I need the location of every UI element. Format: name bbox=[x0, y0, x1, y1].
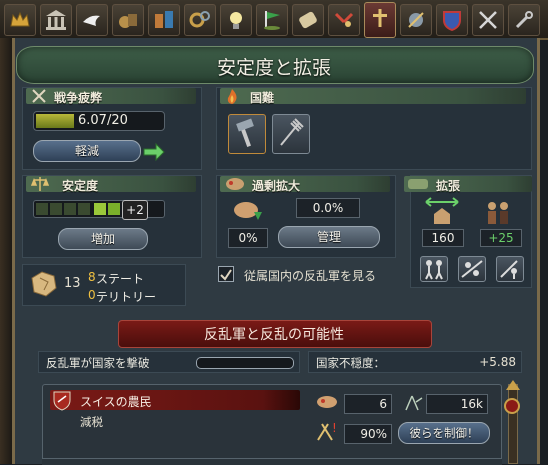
disasters-label: 国難 bbox=[250, 91, 275, 105]
manage-overextension-button[interactable]: 管理 bbox=[278, 226, 380, 248]
sword-person-icon bbox=[500, 260, 518, 279]
arrow-right-icon[interactable] bbox=[142, 142, 166, 162]
top-tab-bar bbox=[0, 0, 548, 40]
dove-icon bbox=[83, 15, 100, 26]
ideas-tab[interactable] bbox=[220, 4, 252, 36]
expansion-icon bbox=[408, 179, 428, 189]
rebel-demand: 減税 bbox=[80, 415, 103, 429]
military-icon bbox=[408, 12, 424, 28]
disaster-slot-2[interactable] bbox=[272, 114, 310, 154]
expansion-right-value: +25 bbox=[480, 229, 522, 247]
missions-tab[interactable] bbox=[256, 4, 288, 36]
rebel-size-value: 16k bbox=[426, 394, 488, 414]
stability-icon bbox=[334, 12, 354, 27]
hammer-icon bbox=[236, 118, 254, 147]
show-subject-rebels-label: 従属国内の反乱軍を見る bbox=[244, 269, 377, 283]
stability-value: +2 bbox=[122, 200, 148, 220]
war-exhaustion-value: 6.07/20 bbox=[78, 113, 128, 128]
rebels-beat-label: 反乱軍が国家を撃破 bbox=[46, 356, 150, 370]
reduce-war-exhaustion-button[interactable]: 軽減 bbox=[33, 140, 141, 162]
war-exhaustion-fill bbox=[36, 114, 75, 128]
diplomacy-tab[interactable] bbox=[76, 4, 108, 36]
rebel-chance-value: 90% bbox=[344, 424, 392, 444]
more-tab[interactable] bbox=[508, 4, 540, 36]
rebel-progress-value: 6 bbox=[344, 394, 392, 414]
checkmark-icon bbox=[220, 269, 232, 281]
rebels-section-title: 反乱軍と反乱の可能性 bbox=[204, 327, 344, 343]
trade-icon bbox=[119, 14, 137, 28]
subjects-tab[interactable] bbox=[472, 4, 504, 36]
stability-tab[interactable] bbox=[328, 4, 360, 36]
war-exhaustion-label: 戦争疲弊 bbox=[54, 91, 103, 105]
swords-icon bbox=[479, 11, 497, 29]
crown-icon bbox=[10, 11, 30, 27]
left-frame bbox=[0, 38, 12, 464]
territories-count: 0 bbox=[88, 288, 96, 302]
stability-header bbox=[26, 176, 196, 192]
rebel-name: スイスの農民 bbox=[80, 395, 152, 409]
tools-icon bbox=[515, 11, 533, 29]
rebel-progress-icon bbox=[317, 396, 337, 408]
overextension-percent: 0.0% bbox=[296, 198, 360, 218]
expansion-label: 拡張 bbox=[436, 179, 461, 193]
lightbulb-icon bbox=[230, 12, 242, 29]
decisions-tab[interactable] bbox=[292, 4, 324, 36]
unrest-value: +5.88 bbox=[479, 355, 516, 369]
pitchfork-icon bbox=[280, 118, 304, 146]
show-subject-rebels-checkbox[interactable] bbox=[218, 266, 234, 282]
svg-text:!: ! bbox=[332, 421, 337, 435]
overextension-label: 過剰拡大 bbox=[252, 179, 301, 193]
war-exhaustion-header bbox=[26, 88, 196, 104]
stability-label: 安定度 bbox=[62, 179, 99, 193]
migration-icon bbox=[461, 260, 483, 278]
scroll-up-icon[interactable] bbox=[504, 378, 522, 392]
crossed-swords-icon bbox=[32, 89, 46, 103]
court-tab[interactable] bbox=[4, 4, 36, 36]
rebel-shield-icon bbox=[53, 391, 71, 411]
increase-stability-button[interactable]: 増加 bbox=[58, 228, 148, 250]
expansion-action-3[interactable] bbox=[496, 256, 524, 282]
states-count: 8 bbox=[88, 270, 96, 284]
production-tab[interactable] bbox=[184, 4, 216, 36]
gears-icon bbox=[189, 11, 210, 28]
buildings-tab[interactable] bbox=[148, 4, 180, 36]
economy-tab[interactable] bbox=[112, 4, 144, 36]
disaster-slot-1[interactable] bbox=[228, 114, 266, 154]
shield-icon bbox=[443, 11, 461, 32]
states-label: ステート bbox=[96, 272, 145, 286]
temple-icon bbox=[46, 10, 66, 30]
people-walking-icon bbox=[425, 260, 443, 280]
flag-icon bbox=[264, 11, 280, 30]
house-arrows-icon bbox=[425, 197, 459, 224]
page-title: 安定度と拡張 bbox=[216, 57, 331, 79]
government-tab[interactable] bbox=[40, 4, 72, 36]
scroll-thumb-icon[interactable] bbox=[500, 396, 524, 416]
people-icon bbox=[488, 202, 508, 224]
buildings-icon bbox=[155, 11, 173, 28]
states-total: 13 bbox=[64, 276, 81, 291]
estates-tab[interactable] bbox=[436, 4, 468, 36]
overextension-local: 0% bbox=[228, 228, 268, 248]
map-down-icon bbox=[234, 202, 262, 220]
expansion-action-1[interactable] bbox=[420, 256, 448, 282]
rebel-size-icon bbox=[405, 395, 423, 411]
unrest-label: 国家不穏度： bbox=[316, 356, 385, 370]
cross-icon bbox=[373, 9, 387, 27]
rebels-progress-bar bbox=[196, 357, 294, 369]
fire-icon bbox=[227, 89, 237, 104]
expansion-action-2[interactable] bbox=[458, 256, 486, 282]
expansion-left-value: 160 bbox=[422, 229, 464, 247]
map-icon bbox=[31, 271, 57, 297]
religion-tab[interactable] bbox=[364, 2, 396, 38]
territories-label: テリトリー bbox=[96, 290, 157, 304]
scroll-icon bbox=[299, 11, 317, 29]
rebel-chance-icon: ! bbox=[317, 421, 337, 441]
overextension-icon bbox=[226, 178, 244, 190]
scales-icon bbox=[31, 177, 49, 191]
suppress-rebels-button[interactable]: 彼らを制御！ bbox=[398, 422, 490, 444]
military-tab[interactable] bbox=[400, 4, 432, 36]
